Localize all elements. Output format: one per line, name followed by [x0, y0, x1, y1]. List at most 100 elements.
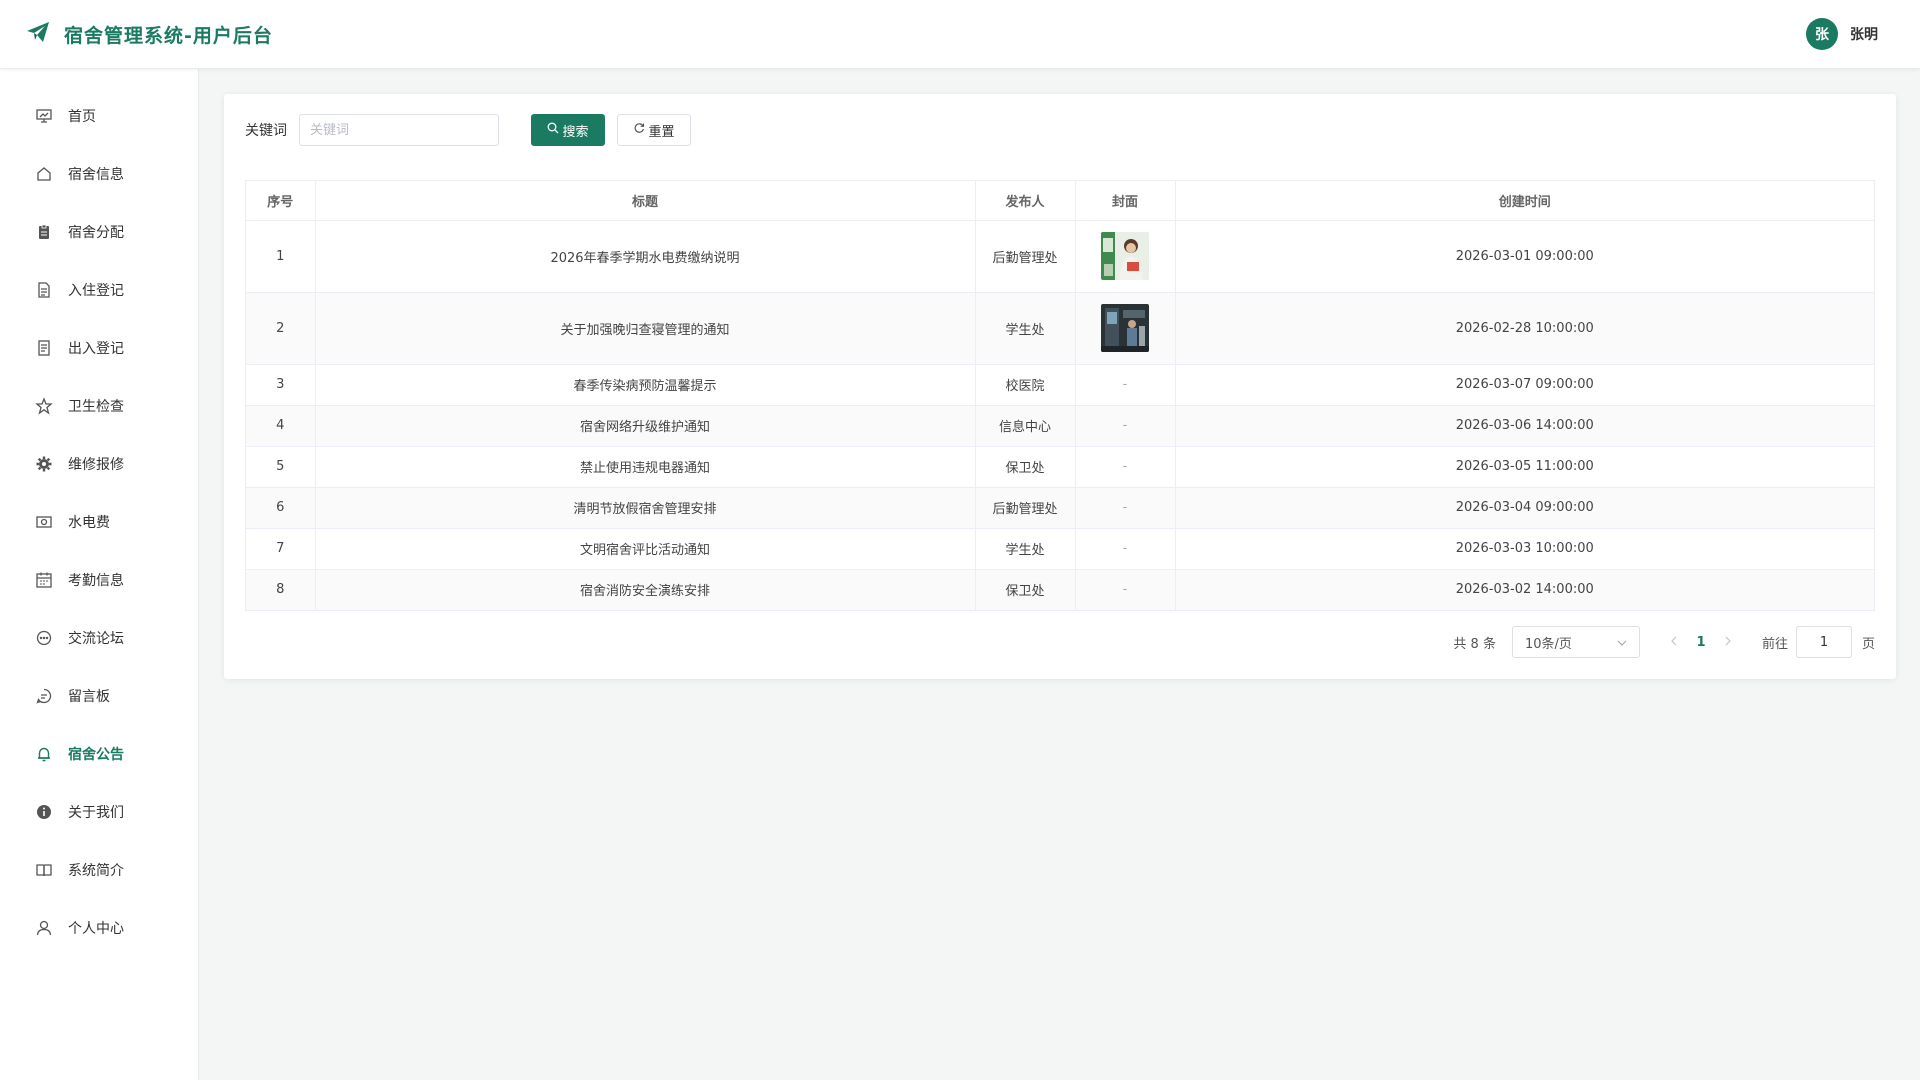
star-icon — [35, 397, 53, 415]
sidebar-item-message-board[interactable]: 留言板 — [0, 667, 198, 725]
cell-publisher: 学生处 — [975, 528, 1076, 570]
sidebar-item-label: 首页 — [68, 109, 96, 125]
cell-cover: - — [1075, 405, 1176, 447]
table-row[interactable]: 7 文明宿舍评比活动通知 学生处 - 2026-03-03 10:00:00 — [246, 528, 1874, 570]
notice-list-card: 关键词 搜索 重置 序号 标题 发布人 封面 — [224, 94, 1896, 679]
sidebar-item-hygiene-check[interactable]: 卫生检查 — [0, 377, 198, 435]
goto-unit: 页 — [1861, 636, 1875, 652]
goto-label: 前往 — [1761, 636, 1788, 652]
column-header-index: 序号 — [246, 181, 316, 221]
table-row[interactable]: 8 宿舍消防安全演练安排 保卫处 - 2026-03-02 14:00:00 — [246, 569, 1874, 610]
reset-button-label: 重置 — [648, 124, 675, 140]
cell-created: 2026-03-06 14:00:00 — [1175, 405, 1874, 447]
cell-cover — [1075, 292, 1176, 365]
sidebar-item-home[interactable]: 首页 — [0, 87, 198, 145]
cell-cover: - — [1075, 487, 1176, 529]
chat-icon — [35, 629, 53, 647]
page-size-select[interactable]: 10条/页 — [1511, 626, 1640, 658]
sidebar-item-about-us[interactable]: 关于我们 — [0, 783, 198, 841]
search-button[interactable]: 搜索 — [531, 114, 605, 146]
table-row[interactable]: 4 宿舍网络升级维护通知 信息中心 - 2026-03-06 14:00:00 — [246, 405, 1874, 447]
page-size-value: 10条/页 — [1524, 636, 1572, 652]
sidebar-item-label: 关于我们 — [68, 805, 124, 821]
sidebar-item-dorm-allocation[interactable]: 宿舍分配 — [0, 203, 198, 261]
keyword-input[interactable] — [299, 114, 499, 146]
cover-image[interactable] — [1101, 232, 1149, 280]
sidebar-item-utility-fee[interactable]: 水电费 — [0, 493, 198, 551]
sidebar-item-dorm-info[interactable]: 宿舍信息 — [0, 145, 198, 203]
prev-page-button[interactable] — [1662, 635, 1686, 650]
page-number-current[interactable]: 1 — [1686, 635, 1716, 650]
cell-publisher: 后勤管理处 — [975, 487, 1076, 529]
sidebar-item-personal-center[interactable]: 个人中心 — [0, 899, 198, 957]
cell-cover: - — [1075, 446, 1176, 488]
cell-cover: - — [1075, 364, 1176, 406]
sidebar-item-system-intro[interactable]: 系统简介 — [0, 841, 198, 899]
sidebar-item-label: 维修报修 — [68, 457, 124, 473]
brand: 宿舍管理系统-用户后台 — [26, 21, 273, 48]
reset-button[interactable]: 重置 — [617, 114, 691, 146]
sidebar-item-label: 宿舍信息 — [68, 167, 124, 183]
cell-index: 6 — [246, 487, 316, 529]
sidebar-item-label: 水电费 — [68, 515, 110, 531]
avatar[interactable]: 张 — [1806, 18, 1838, 50]
cell-title: 宿舍消防安全演练安排 — [315, 569, 976, 610]
cell-publisher: 保卫处 — [975, 569, 1076, 610]
table-header-row: 序号 标题 发布人 封面 创建时间 — [246, 181, 1874, 221]
column-header-title: 标题 — [315, 181, 976, 221]
sidebar-item-dorm-notice[interactable]: 宿舍公告 — [0, 725, 198, 783]
money-icon — [35, 513, 53, 531]
cell-cover: - — [1075, 528, 1176, 570]
column-header-created: 创建时间 — [1175, 181, 1874, 221]
cell-title: 宿舍网络升级维护通知 — [315, 405, 976, 447]
cell-publisher: 信息中心 — [975, 405, 1076, 447]
cell-publisher: 校医院 — [975, 364, 1076, 406]
sidebar-item-label: 宿舍分配 — [68, 225, 124, 241]
paper-plane-icon — [26, 21, 50, 47]
dashboard-icon — [35, 107, 53, 125]
document-icon — [35, 281, 53, 299]
cell-publisher: 学生处 — [975, 292, 1076, 365]
goto-page-input[interactable] — [1795, 626, 1852, 658]
bell-icon — [35, 745, 53, 763]
cell-index: 8 — [246, 569, 316, 610]
cell-created: 2026-03-07 09:00:00 — [1175, 364, 1874, 406]
pagination-total: 共 8 条 — [1453, 636, 1496, 652]
table-row[interactable]: 6 清明节放假宿舍管理安排 后勤管理处 - 2026-03-04 09:00:0… — [246, 487, 1874, 529]
table-row[interactable]: 3 春季传染病预防温馨提示 校医院 - 2026-03-07 09:00:00 — [246, 364, 1874, 406]
cell-index: 1 — [246, 220, 316, 293]
cover-image[interactable] — [1101, 304, 1149, 352]
cell-title: 清明节放假宿舍管理安排 — [315, 487, 976, 529]
sidebar-item-attendance[interactable]: 考勤信息 — [0, 551, 198, 609]
refresh-icon — [633, 122, 645, 138]
table-row[interactable]: 1 2026年春季学期水电费缴纳说明 后勤管理处 2026-03-01 09:0… — [246, 220, 1874, 293]
username[interactable]: 张明 — [1850, 24, 1878, 44]
table-row[interactable]: 2 关于加强晚归查寝管理的通知 学生处 2026-02-28 10:00:00 — [246, 292, 1874, 365]
column-header-publisher: 发布人 — [975, 181, 1076, 221]
sidebar-item-label: 系统简介 — [68, 863, 124, 879]
sidebar-item-label: 出入登记 — [68, 341, 124, 357]
chevron-down-icon — [1617, 635, 1627, 650]
user-menu[interactable]: 张 张明 — [1806, 18, 1878, 50]
tickets-icon — [35, 339, 53, 357]
next-page-button[interactable] — [1716, 635, 1740, 650]
table-row[interactable]: 5 禁止使用违规电器通知 保卫处 - 2026-03-05 11:00:00 — [246, 446, 1874, 488]
sidebar-item-check-in[interactable]: 入住登记 — [0, 261, 198, 319]
sidebar: 首页 宿舍信息 宿舍分配 入住登记 出入登记 卫生检查 维修报修 水电费 考勤信… — [0, 69, 199, 1080]
cell-created: 2026-03-01 09:00:00 — [1175, 220, 1874, 293]
sidebar-item-repair[interactable]: 维修报修 — [0, 435, 198, 493]
sidebar-item-label: 交流论坛 — [68, 631, 124, 647]
cell-index: 5 — [246, 446, 316, 488]
top-header: 宿舍管理系统-用户后台 张 张明 — [0, 0, 1920, 69]
sidebar-item-label: 留言板 — [68, 689, 110, 705]
clipboard-icon — [35, 223, 53, 241]
cell-cover — [1075, 220, 1176, 293]
sidebar-item-access-log[interactable]: 出入登记 — [0, 319, 198, 377]
cell-index: 7 — [246, 528, 316, 570]
cell-created: 2026-03-03 10:00:00 — [1175, 528, 1874, 570]
sidebar-item-forum[interactable]: 交流论坛 — [0, 609, 198, 667]
pagination: 共 8 条 10条/页 1 前往 页 — [245, 625, 1875, 659]
keyword-label: 关键词 — [245, 123, 287, 139]
cell-title: 2026年春季学期水电费缴纳说明 — [315, 220, 976, 293]
message-icon — [35, 687, 53, 705]
